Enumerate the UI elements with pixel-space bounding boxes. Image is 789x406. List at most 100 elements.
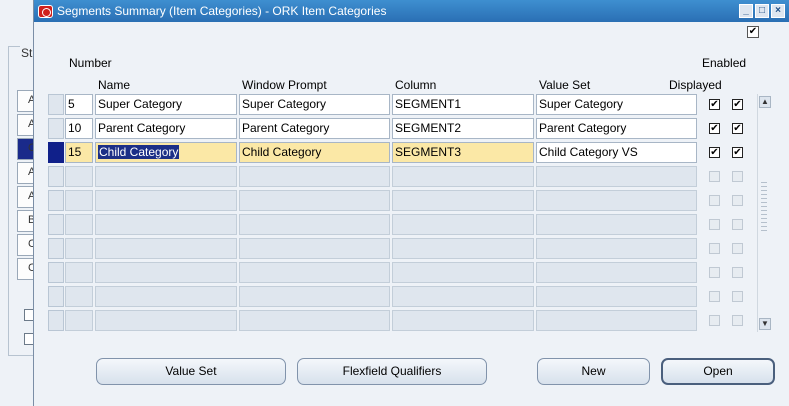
name-field[interactable]: Parent Category [95,118,237,139]
record-selector[interactable] [48,166,64,187]
value-set-field[interactable]: Super Category [536,94,697,115]
enabled-checkbox[interactable] [732,219,743,230]
number-field[interactable] [65,166,93,187]
number-field[interactable] [65,310,93,331]
displayed-checkbox[interactable] [709,195,720,206]
record-selector[interactable] [48,286,64,307]
name-field[interactable] [95,238,237,259]
header-displayed: Displayed [669,78,722,92]
header-value-set: Value Set [539,78,591,92]
number-field[interactable]: 5 [65,94,93,115]
number-field[interactable]: 10 [65,118,93,139]
column-field[interactable] [392,286,534,307]
window-prompt-field[interactable] [239,286,390,307]
name-field[interactable] [95,262,237,283]
number-field[interactable] [65,190,93,211]
window-prompt-field[interactable] [239,190,390,211]
title-bar[interactable]: Segments Summary (Item Categories) - ORK… [34,0,789,22]
window-prompt-field[interactable]: Super Category [239,94,390,115]
chevron-up-icon[interactable]: ▲ [759,96,771,108]
number-field[interactable]: 15 [65,142,93,163]
value-set-field[interactable] [536,190,697,211]
window-prompt-field[interactable]: Child Category [239,142,390,163]
name-field[interactable] [95,166,237,187]
name-field[interactable]: Super Category [95,94,237,115]
minimize-icon[interactable]: _ [739,4,753,18]
oracle-app-icon [38,4,53,18]
column-field[interactable] [392,310,534,331]
enabled-checkbox[interactable] [732,195,743,206]
number-field[interactable] [65,214,93,235]
window-prompt-field[interactable] [239,214,390,235]
enabled-checkbox[interactable]: ✔ [732,99,743,110]
name-field[interactable] [95,190,237,211]
column-field[interactable]: SEGMENT1 [392,94,534,115]
number-field[interactable] [65,238,93,259]
value-set-field[interactable] [536,310,697,331]
header-enabled: Enabled [702,56,747,70]
header-window-prompt: Window Prompt [242,78,327,92]
value-set-button[interactable]: Value Set [96,358,286,385]
scroll-grip[interactable] [761,182,767,232]
number-field[interactable] [65,286,93,307]
name-field[interactable] [95,310,237,331]
displayed-checkbox[interactable] [709,243,720,254]
chevron-down-icon[interactable]: ▼ [759,318,771,330]
enabled-checkbox[interactable]: ✔ [732,147,743,158]
displayed-checkbox[interactable]: ✔ [709,99,720,110]
column-field[interactable] [392,166,534,187]
value-set-field[interactable] [536,262,697,283]
displayed-checkbox[interactable] [709,219,720,230]
enabled-checkbox[interactable] [732,171,743,182]
value-set-field[interactable] [536,238,697,259]
name-field[interactable]: Child Category [95,142,237,163]
value-set-field[interactable] [536,214,697,235]
column-field[interactable]: SEGMENT2 [392,118,534,139]
window-prompt-field[interactable] [239,262,390,283]
record-selector[interactable] [48,310,64,331]
flexfield-qualifiers-button[interactable]: Flexfield Qualifiers [297,358,487,385]
displayed-checkbox[interactable] [709,315,720,326]
new-button[interactable]: New [537,358,650,385]
maximize-icon[interactable]: □ [755,4,769,18]
window-prompt-field[interactable]: Parent Category [239,118,390,139]
record-selector[interactable] [48,142,64,163]
name-field[interactable] [95,214,237,235]
record-selector[interactable] [48,238,64,259]
name-field[interactable] [95,286,237,307]
value-set-field[interactable] [536,286,697,307]
record-selector[interactable] [48,262,64,283]
enabled-checkbox[interactable] [732,291,743,302]
window-prompt-field[interactable] [239,238,390,259]
close-icon[interactable]: × [771,4,785,18]
value-set-field[interactable]: Child Category VS [536,142,697,163]
enabled-checkbox[interactable] [732,315,743,326]
record-selector[interactable] [48,190,64,211]
selected-text: Child Category [98,145,180,159]
enabled-checkbox[interactable] [732,243,743,254]
column-field[interactable] [392,238,534,259]
displayed-checkbox[interactable] [709,267,720,278]
column-field[interactable]: SEGMENT3 [392,142,534,163]
value-set-field[interactable]: Parent Category [536,118,697,139]
displayed-checkbox[interactable] [709,171,720,182]
window-prompt-field[interactable] [239,310,390,331]
segments-summary-dialog: Segments Summary (Item Categories) - ORK… [33,0,789,406]
displayed-checkbox[interactable] [709,291,720,302]
column-field[interactable] [392,190,534,211]
record-selector[interactable] [48,214,64,235]
value-set-field[interactable] [536,166,697,187]
number-field[interactable] [65,262,93,283]
displayed-checkbox[interactable]: ✔ [709,147,720,158]
record-selector[interactable] [48,118,64,139]
enabled-checkbox[interactable]: ✔ [732,123,743,134]
column-field[interactable] [392,262,534,283]
displayed-checkbox[interactable]: ✔ [709,123,720,134]
open-button[interactable]: Open [661,358,775,385]
vertical-scrollbar[interactable]: ▲ ▼ [757,94,771,332]
column-field[interactable] [392,214,534,235]
record-selector[interactable] [48,94,64,115]
enabled-checkbox[interactable] [732,267,743,278]
header-checkbox[interactable]: ✔ [747,26,759,38]
window-prompt-field[interactable] [239,166,390,187]
